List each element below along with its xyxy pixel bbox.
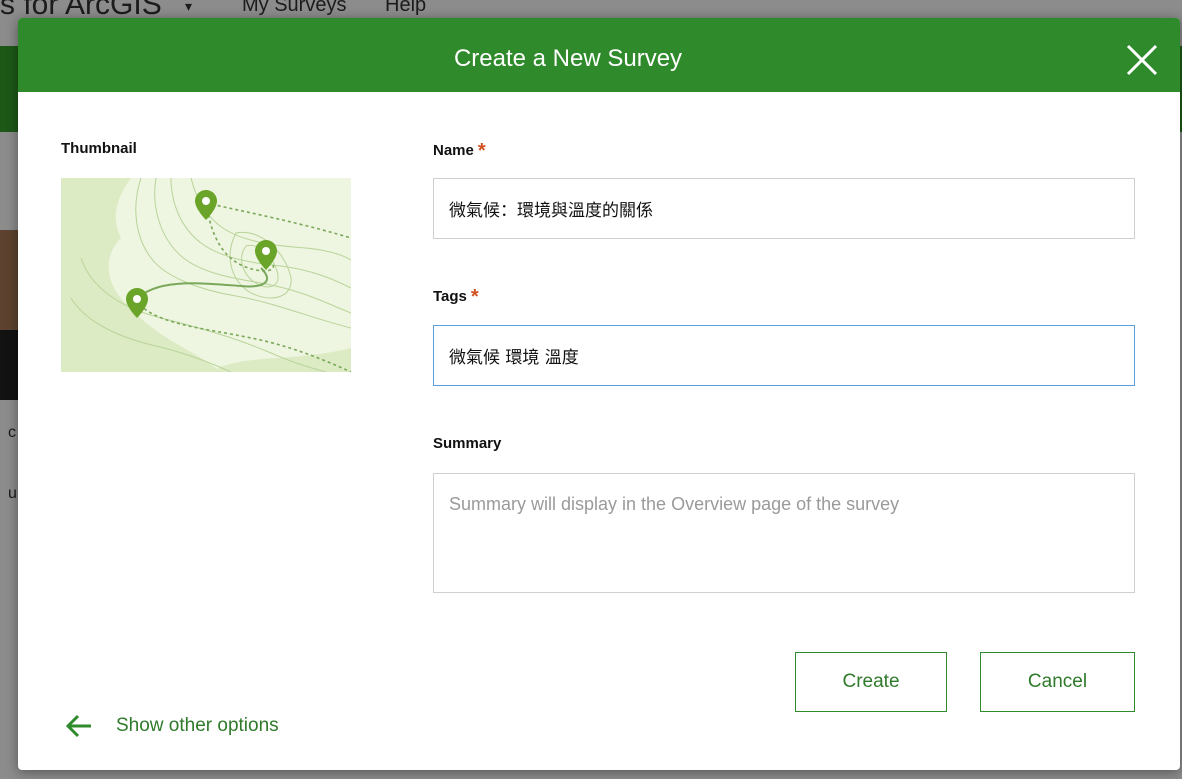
show-other-options-label: Show other options [116,715,279,736]
map-thumbnail-graphic [61,178,351,372]
name-label-text: Name [433,142,474,159]
dialog-title: Create a New Survey [453,45,683,72]
thumbnail-label: Thumbnail [61,140,137,157]
required-marker: * [470,286,479,308]
arrow-left-icon [65,714,91,738]
tags-label: Tags * [433,284,479,308]
tags-input[interactable] [433,325,1135,386]
close-button[interactable] [1120,38,1164,82]
summary-label: Summary [433,435,502,452]
summary-textarea[interactable] [433,473,1135,593]
thumbnail-image[interactable] [61,178,351,372]
close-icon [1126,44,1158,76]
name-label: Name * [433,138,486,162]
show-other-options-link[interactable]: Show other options [64,708,279,744]
create-survey-dialog: Create a New Survey Thumbnail Name * 微氣候… [18,18,1180,770]
dialog-header: Create a New Survey [18,18,1180,92]
tags-label-text: Tags [433,288,467,305]
name-input[interactable] [433,178,1135,239]
required-marker: * [477,140,486,162]
create-button[interactable]: Create [795,652,947,712]
cancel-button[interactable]: Cancel [980,652,1135,712]
